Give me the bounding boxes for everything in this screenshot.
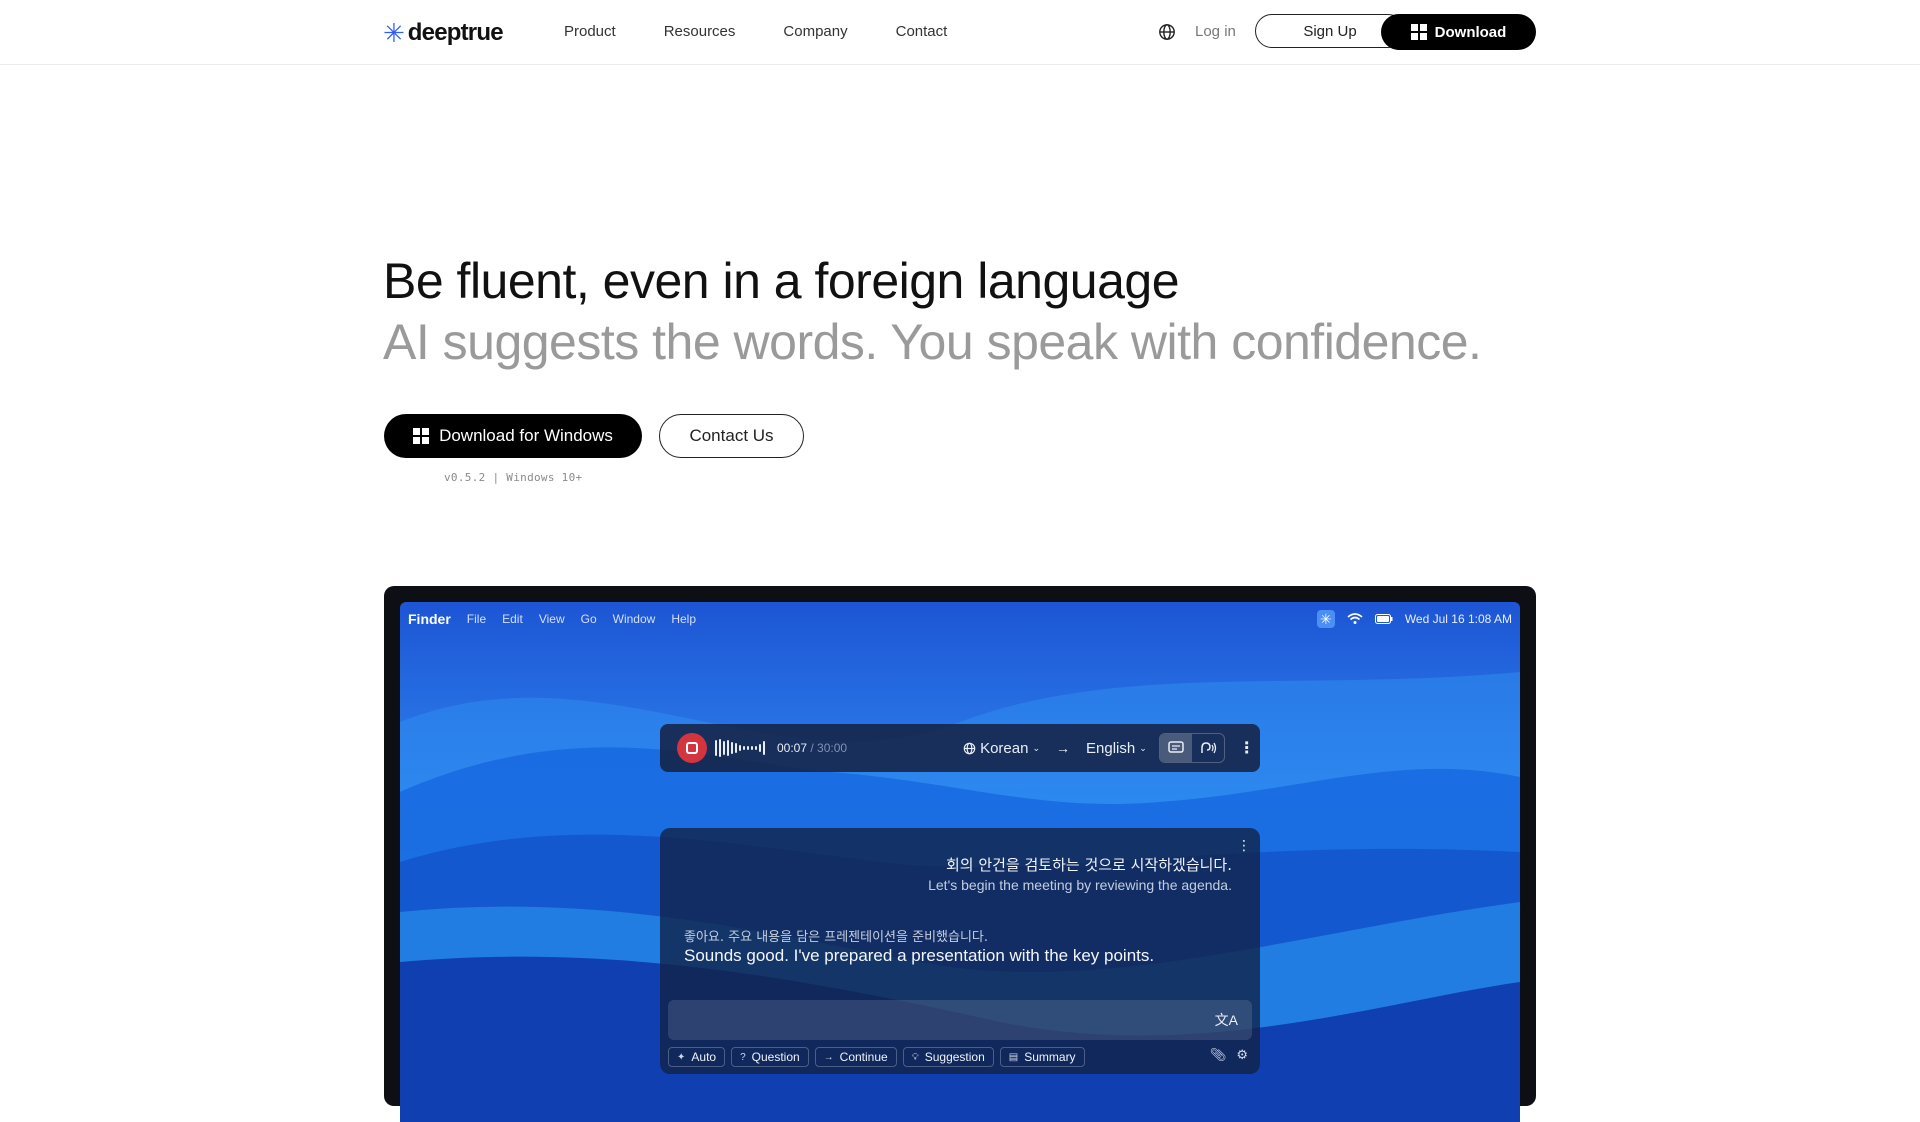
top-navigation: ✳ deeptrue Product Resources Company Con… <box>0 0 1920 65</box>
download-windows-button[interactable]: Download for Windows <box>384 414 642 458</box>
menubar-file[interactable]: File <box>467 612 486 626</box>
input-tools: 📎︎ ⚙ <box>1210 1047 1248 1063</box>
battery-icon[interactable] <box>1374 614 1393 624</box>
source-language-label: Korean <box>980 739 1029 757</box>
recording-timer: 00:07 / 30:00 <box>777 741 847 755</box>
contact-us-button[interactable]: Contact Us <box>659 414 804 458</box>
message-input[interactable]: 文A <box>668 1000 1252 1040</box>
target-language-select[interactable]: English ⌄ <box>1086 740 1147 757</box>
deeptrue-tray-icon[interactable]: ✳ <box>1316 610 1335 628</box>
target-language-label: English <box>1086 739 1136 757</box>
menubar-window[interactable]: Window <box>613 612 656 626</box>
chip-continue-label: Continue <box>839 1050 888 1064</box>
menu-item-contact[interactable]: Contact <box>896 23 948 40</box>
translate-icon[interactable]: 文A <box>1215 1010 1238 1030</box>
download-button[interactable]: Download <box>1381 14 1536 50</box>
menubar-status-area: ✳ Wed Jul 16 1:08 AM <box>1316 602 1512 636</box>
source-language-select[interactable]: Korean ⌄ <box>963 740 1040 757</box>
chip-question-label: Question <box>751 1050 800 1064</box>
panel-menu-icon[interactable]: ⋮ <box>1237 837 1251 854</box>
transcript-line-2-english: Sounds good. I've prepared a presentatio… <box>684 946 1155 965</box>
main-menu: Product Resources Company Contact <box>564 23 947 40</box>
menubar-view[interactable]: View <box>539 612 565 626</box>
chip-suggestion-label: Suggestion <box>924 1050 985 1064</box>
windows-icon <box>413 428 430 444</box>
app-preview-device: Finder File Edit View Go Window Help ✳ W… <box>384 586 1536 1122</box>
arrow-right-icon: → <box>823 1051 834 1063</box>
more-options-icon[interactable]: ⋮ <box>1239 738 1255 758</box>
menubar-edit[interactable]: Edit <box>502 612 523 626</box>
windows-icon <box>1410 24 1427 40</box>
chip-auto[interactable]: ✦ Auto <box>668 1047 726 1067</box>
menubar-app-name[interactable]: Finder <box>408 611 451 627</box>
chevron-down-icon: ⌄ <box>1139 742 1147 753</box>
login-link[interactable]: Log in <box>1195 23 1236 40</box>
chip-suggestion[interactable]: 💡︎ Suggestion <box>902 1047 994 1067</box>
chip-summary-label: Summary <box>1024 1050 1076 1064</box>
elapsed-time: 00:07 <box>777 741 808 755</box>
stop-icon <box>686 742 698 754</box>
app-preview-screen: Finder File Edit View Go Window Help ✳ W… <box>400 602 1520 1122</box>
attachment-icon[interactable]: 📎︎ <box>1210 1047 1227 1063</box>
menubar-go[interactable]: Go <box>581 612 597 626</box>
globe-icon <box>963 742 976 754</box>
transcript-line-2-korean: 좋아요. 주요 내용을 담은 프레젠테이션을 준비했습니다. <box>684 930 989 945</box>
document-icon: ▤ <box>1008 1051 1019 1063</box>
question-icon: ? <box>740 1051 746 1063</box>
menu-item-company[interactable]: Company <box>783 23 847 40</box>
hero-subheadline: AI suggests the words. You speak with co… <box>383 314 1482 370</box>
contact-us-label: Contact Us <box>689 426 774 445</box>
stop-recording-button[interactable] <box>677 733 707 763</box>
signup-label: Sign Up <box>1303 22 1357 40</box>
menubar-datetime: Wed Jul 16 1:08 AM <box>1404 612 1512 626</box>
total-time: / 30:00 <box>810 741 848 755</box>
chevron-down-icon: ⌄ <box>1032 742 1040 753</box>
globe-icon[interactable] <box>1157 22 1177 42</box>
hero-headline: Be fluent, even in a foreign language <box>383 253 1180 309</box>
chat-mode-icon[interactable] <box>1159 734 1192 762</box>
menu-bar: Finder File Edit View Go Window Help ✳ W… <box>400 602 1520 636</box>
translation-toolbar: 00:07 / 30:00 Korean ⌄ → English ⌄ ⋮ <box>660 724 1260 772</box>
suggestion-chips: ✦ Auto ? Question → Continue 💡︎ Suggestion ▤… <box>668 1047 1085 1067</box>
chip-summary[interactable]: ▤ Summary <box>999 1047 1085 1067</box>
mode-toggle <box>1158 733 1225 763</box>
lightbulb-icon: 💡︎ <box>911 1051 919 1063</box>
menu-item-product[interactable]: Product <box>564 23 616 40</box>
logo-text: deeptrue <box>407 19 504 46</box>
download-label: Download <box>1434 23 1507 41</box>
chip-continue[interactable]: → Continue <box>814 1047 897 1067</box>
arrow-right-icon: → <box>1056 740 1070 756</box>
speak-mode-icon[interactable] <box>1192 734 1224 762</box>
chip-question[interactable]: ? Question <box>731 1047 809 1067</box>
download-windows-label: Download for Windows <box>439 426 613 445</box>
transcript-line-1-english: Let's begin the meeting by reviewing the… <box>928 877 1232 893</box>
menu-item-resources[interactable]: Resources <box>664 23 736 40</box>
settings-sliders-icon[interactable]: ⚙ <box>1236 1047 1248 1063</box>
logo[interactable]: ✳ deeptrue <box>383 18 504 48</box>
logo-mark-icon: ✳ <box>383 18 405 48</box>
chip-auto-label: Auto <box>691 1050 717 1064</box>
magic-wand-icon: ✦ <box>677 1051 686 1063</box>
wifi-icon[interactable] <box>1347 613 1363 625</box>
menubar-help[interactable]: Help <box>671 612 696 626</box>
audio-level-icon <box>715 738 765 758</box>
transcript-panel: ⋮ 회의 안건을 검토하는 것으로 시작하겠습니다. Let's begin t… <box>660 828 1260 1074</box>
version-info: v0.5.2 | Windows 10+ <box>444 471 583 484</box>
transcript-line-1-korean: 회의 안건을 검토하는 것으로 시작하겠습니다. <box>945 856 1232 874</box>
